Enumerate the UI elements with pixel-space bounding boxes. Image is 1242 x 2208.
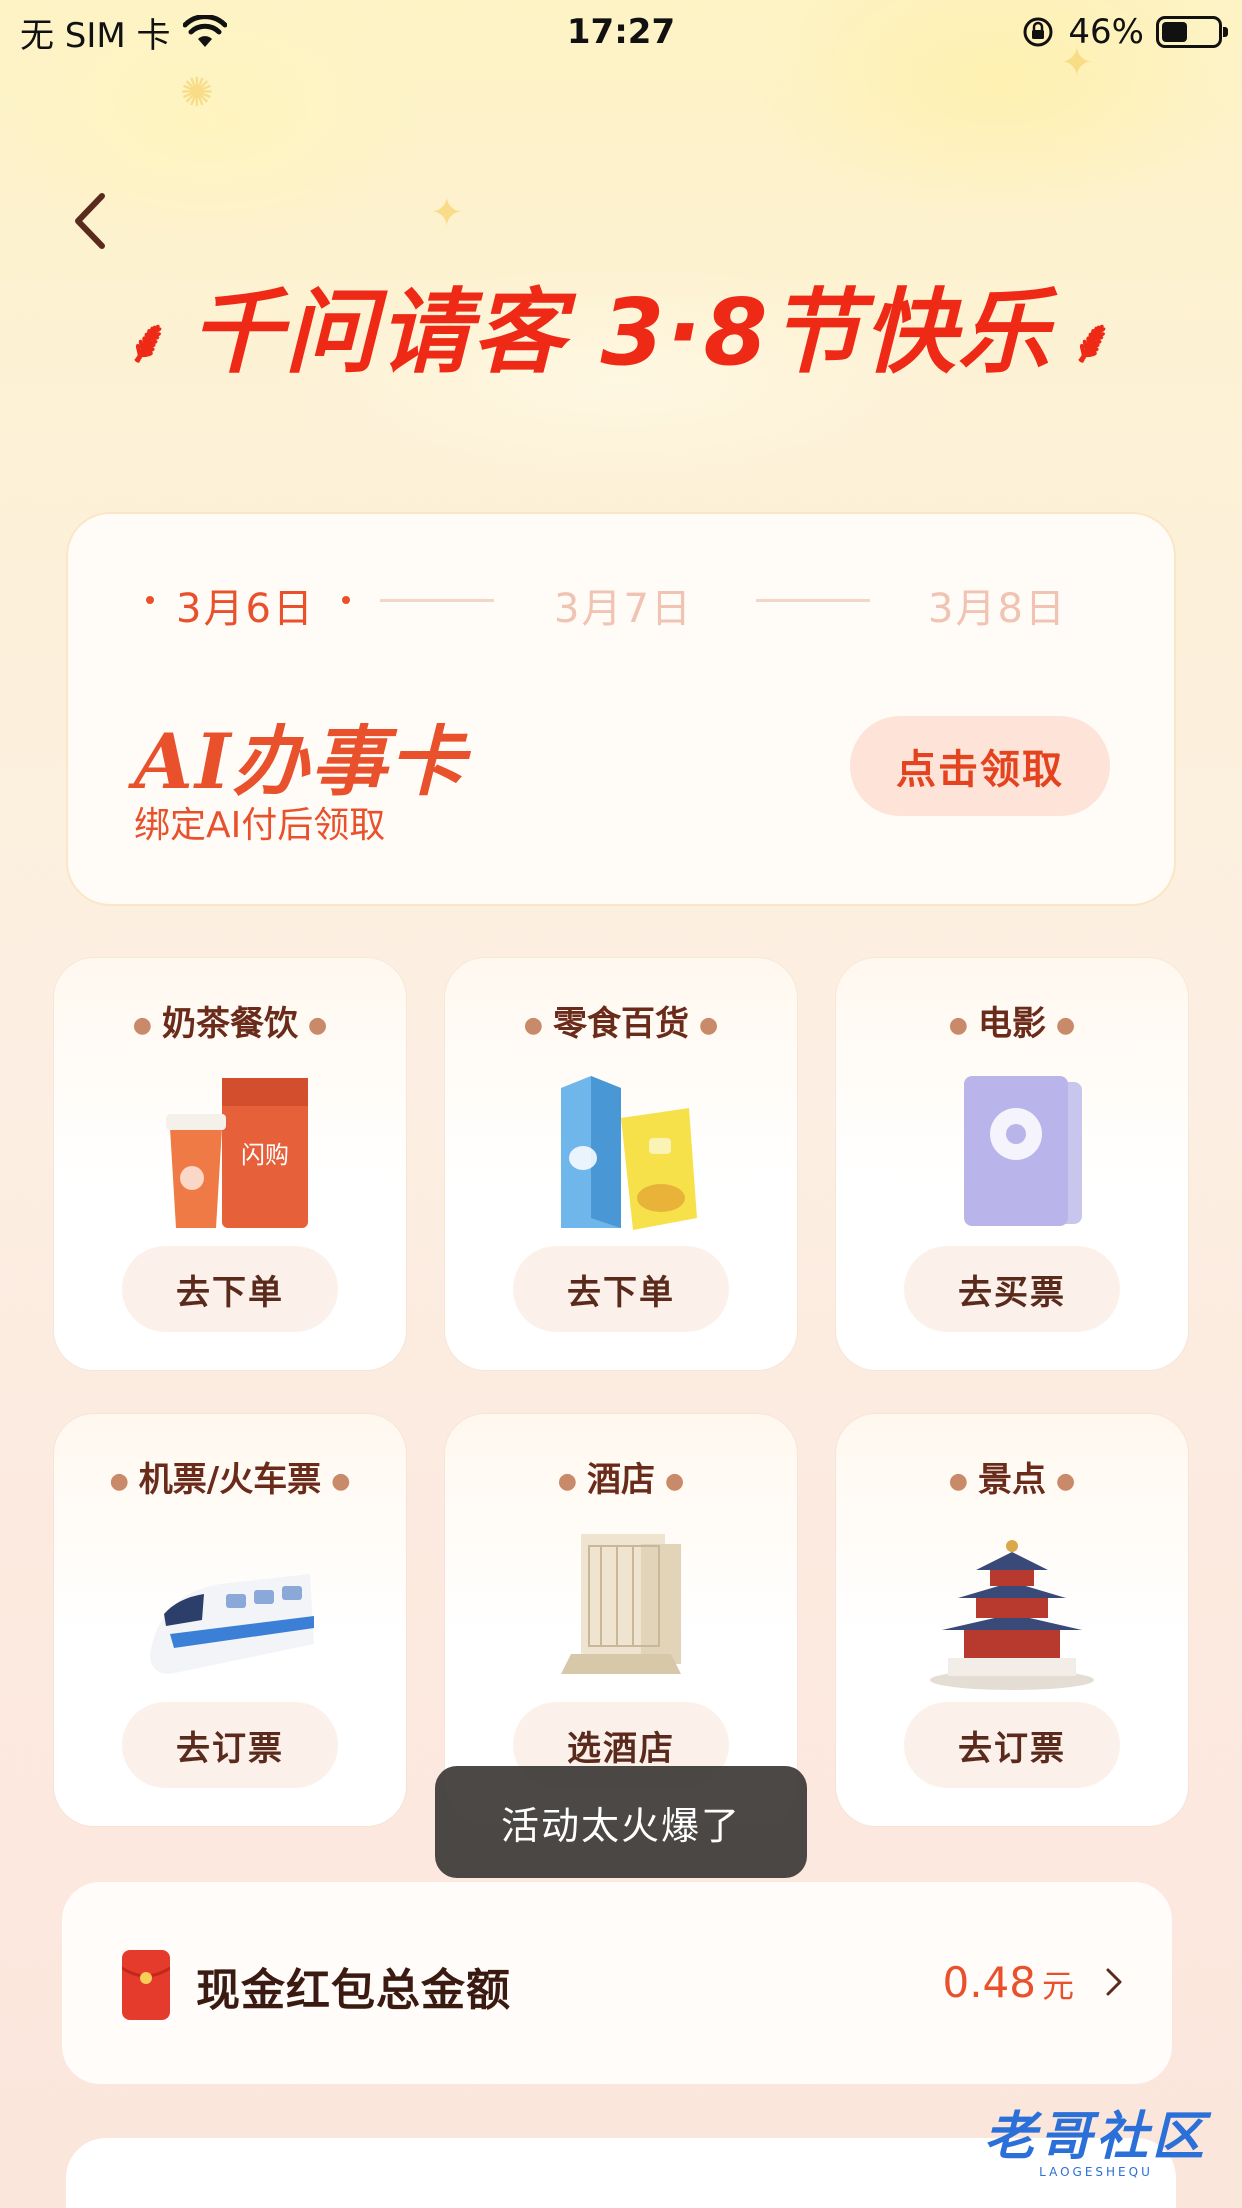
service-card-flight-train[interactable]: ● 机票/火车票 ● 去订票 bbox=[54, 1414, 406, 1826]
hotel-icon bbox=[561, 1534, 681, 1674]
flourish-icon: ⸙ bbox=[1069, 306, 1117, 377]
flourish-icon: ⸙ bbox=[125, 306, 173, 377]
back-button[interactable] bbox=[62, 186, 122, 256]
service-card-snacks[interactable]: ● 零食百货 ● 去下单 bbox=[445, 958, 797, 1370]
timeline-line bbox=[756, 599, 870, 602]
service-title: ● 电影 ● bbox=[948, 1004, 1076, 1044]
ai-card: 3月6日 3月7日 3月8日 AI办事卡 绑定AI付后领取 点击领取 bbox=[66, 512, 1176, 906]
cash-amount: 0.48 元 bbox=[942, 1958, 1074, 2007]
service-button[interactable]: 去订票 bbox=[904, 1702, 1120, 1788]
date-dot bbox=[146, 596, 154, 604]
service-card-milk-tea[interactable]: ● 奶茶餐饮 ● 闪购 去下单 bbox=[54, 958, 406, 1370]
toast-message: 活动太火爆了 bbox=[435, 1766, 807, 1878]
timeline-line bbox=[380, 599, 494, 602]
watermark-cn: 老哥社区 bbox=[983, 2106, 1208, 2167]
sparkle-icon: ✦ bbox=[430, 190, 464, 236]
service-button[interactable]: 去买票 bbox=[904, 1246, 1120, 1332]
date-item[interactable]: 3月8日 bbox=[928, 576, 1067, 634]
ai-card-subtitle: 绑定AI付后领取 bbox=[134, 805, 386, 846]
title-left: 千问请客 bbox=[190, 279, 567, 386]
battery-percent: 46% bbox=[1068, 12, 1144, 52]
watermark-en: LAOGESHEQU bbox=[1039, 2164, 1153, 2179]
service-button[interactable]: 去下单 bbox=[122, 1246, 338, 1332]
service-button[interactable]: 去下单 bbox=[513, 1246, 729, 1332]
ai-card-title: AI办事卡 bbox=[134, 717, 467, 806]
cash-redpacket-row[interactable]: 现金红包总金额 0.48 元 bbox=[62, 1882, 1172, 2084]
service-title: ● 景点 ● bbox=[948, 1460, 1076, 1500]
cash-amount-unit: 元 bbox=[1041, 1967, 1074, 2005]
battery-icon bbox=[1156, 16, 1228, 48]
date-dot bbox=[342, 596, 350, 604]
service-title: ● 机票/火车票 ● bbox=[109, 1460, 351, 1500]
firework-icon: ✺ bbox=[180, 70, 214, 116]
cash-label: 现金红包总金额 bbox=[196, 1965, 511, 2016]
cash-amount-value: 0.48 bbox=[942, 1958, 1036, 2007]
train-icon bbox=[150, 1574, 314, 1674]
movie-ticket-icon bbox=[964, 1076, 1082, 1226]
service-title: ● 零食百货 ● bbox=[523, 1004, 719, 1044]
snack-icon bbox=[561, 1076, 697, 1230]
title-right: 3·8节快乐 bbox=[600, 279, 1052, 386]
service-button[interactable]: 去订票 bbox=[122, 1702, 338, 1788]
red-packet-icon bbox=[122, 1950, 170, 2020]
chevron-right-icon[interactable] bbox=[1102, 1962, 1126, 2002]
rotation-lock-icon bbox=[1023, 17, 1053, 47]
date-timeline: 3月6日 3月7日 3月8日 bbox=[68, 576, 1174, 632]
milk-tea-bag-icon: 闪购 bbox=[166, 1078, 308, 1228]
status-bar: 无 SIM 卡 17:27 46% bbox=[0, 0, 1242, 64]
date-item-active[interactable]: 3月6日 bbox=[176, 576, 315, 634]
service-card-hotel[interactable]: ● 酒店 ● 选酒店 bbox=[445, 1414, 797, 1826]
service-card-movie[interactable]: ● 电影 ● 去买票 bbox=[836, 958, 1188, 1370]
temple-icon bbox=[930, 1540, 1094, 1690]
wifi-icon bbox=[182, 15, 227, 47]
carrier-label: 无 SIM 卡 bbox=[20, 15, 171, 56]
service-title: ● 奶茶餐饮 ● bbox=[132, 1004, 328, 1044]
service-card-scenic[interactable]: ● 景点 ● 去订票 bbox=[836, 1414, 1188, 1826]
claim-button[interactable]: 点击领取 bbox=[850, 716, 1110, 816]
svg-text:闪购: 闪购 bbox=[241, 1141, 289, 1169]
watermark-logo: 老哥社区 LAOGESHEQU bbox=[966, 2094, 1226, 2179]
battery-fill bbox=[1162, 22, 1187, 42]
date-item[interactable]: 3月7日 bbox=[554, 576, 693, 634]
page-title: ⸙ 千问请客 3·8节快乐 ⸙ bbox=[0, 258, 1242, 391]
service-title: ● 酒店 ● bbox=[557, 1460, 685, 1500]
